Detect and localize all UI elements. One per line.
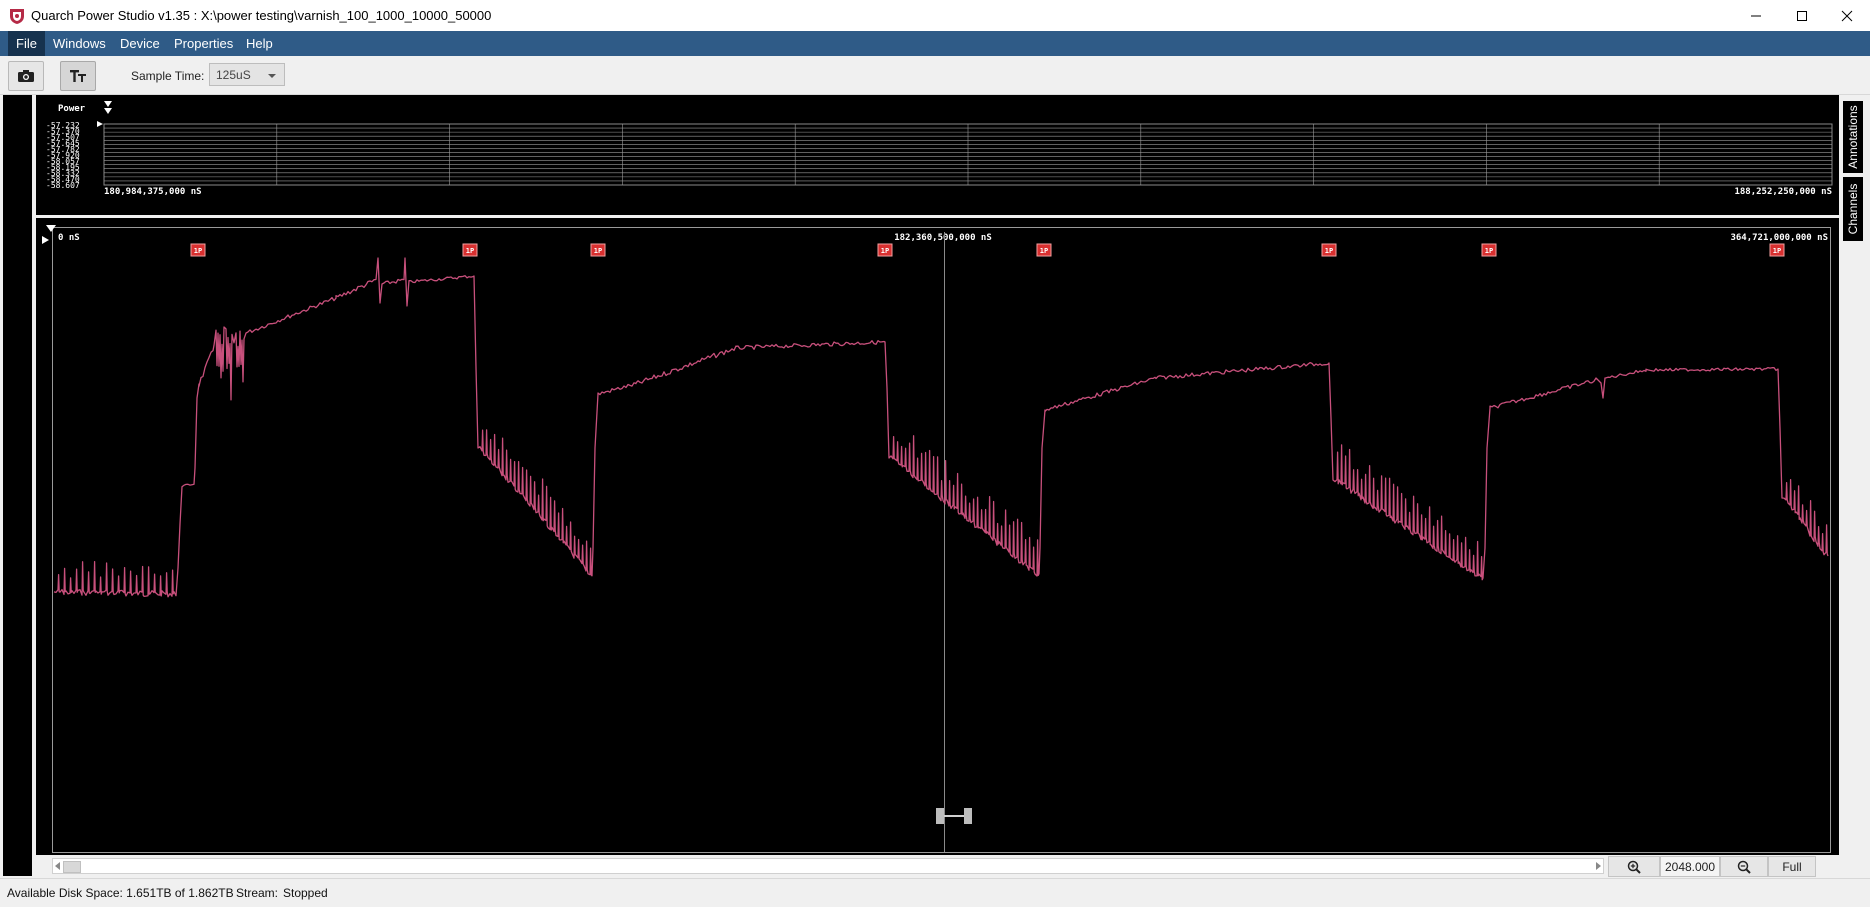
annotation-marker[interactable]: 1P (462, 243, 478, 257)
sample-time-value: 125uS (216, 68, 251, 82)
menu-help[interactable]: Help (238, 31, 281, 56)
zoom-handle-icon[interactable] (936, 808, 972, 824)
sample-time-label: Sample Time: (131, 69, 205, 83)
zoom-in-button[interactable] (1608, 856, 1660, 877)
stream-label: Stream: (236, 886, 279, 900)
menu-bar: File Windows Device Properties Help (0, 31, 1870, 56)
camera-icon (18, 70, 34, 82)
status-bar: Available Disk Space: 1.651TB of 1.862TB… (0, 878, 1870, 907)
maximize-icon (1797, 10, 1807, 21)
menu-windows[interactable]: Windows (45, 31, 114, 56)
overview-end-time: 188,252,250,000 nS (1734, 187, 1832, 197)
menu-device[interactable]: Device (112, 31, 168, 56)
toolbar: Sample Time: 125uS (0, 56, 1870, 95)
annotation-marker[interactable]: 1P (1769, 243, 1785, 257)
zoom-level-field[interactable]: 2048.000 (1660, 856, 1720, 877)
plot-start-time: 0 nS (58, 233, 80, 243)
scrollbar-thumb[interactable] (63, 861, 81, 873)
text-size-icon (70, 70, 86, 82)
close-button[interactable] (1824, 0, 1870, 31)
annotation-marker-label: 1P (194, 247, 202, 255)
screenshot-button[interactable] (8, 61, 44, 91)
plot-end-time: 364,721,000,000 nS (1730, 233, 1828, 243)
disk-space-text: Available Disk Space: 1.651TB of 1.862TB (7, 886, 234, 900)
annotation-marker[interactable]: 1P (590, 243, 606, 257)
scroll-right-icon[interactable] (1596, 862, 1601, 870)
plot-center-time: 182,360,500,000 nS (894, 233, 992, 243)
minimize-icon (1751, 15, 1761, 16)
tab-annotations[interactable]: Annotations (1843, 101, 1863, 173)
overview-y-ticks: -57.232-57.370-57.507-57.645-57.782-57.9… (46, 121, 80, 190)
zoom-out-icon (1737, 860, 1751, 874)
annotation-marker-label: 1P (466, 247, 474, 255)
overview-y-tick: -58.607 (46, 181, 80, 190)
text-size-button[interactable] (60, 61, 96, 91)
zoom-level-value: 2048.000 (1664, 859, 1716, 874)
close-icon (1841, 10, 1853, 21)
overview-start-time: 180,984,375,000 nS (104, 187, 202, 197)
zoom-out-button[interactable] (1720, 856, 1768, 877)
menu-properties[interactable]: Properties (166, 31, 241, 56)
annotation-marker[interactable]: 1P (1321, 243, 1337, 257)
start-level-marker-icon[interactable] (42, 236, 49, 244)
zoom-full-label: Full (1782, 859, 1802, 874)
zoom-full-button[interactable]: Full (1768, 856, 1816, 877)
main-plot[interactable]: 0 nS 182,360,500,000 nS 364,721,000,000 … (36, 218, 1839, 855)
plot-frame (52, 227, 1831, 853)
overview-svg: Power -57.232-57.370-57.507-57.645-57.78… (46, 101, 1833, 197)
title-bar: Quarch Power Studio v1.35 : X:\power tes… (0, 0, 1870, 31)
tab-annotations-label: Annotations (1846, 105, 1860, 169)
power-trace (53, 257, 1829, 598)
horizontal-scrollbar[interactable] (52, 858, 1604, 874)
annotation-marker-label: 1P (881, 247, 889, 255)
stream-status: Stopped (283, 886, 328, 900)
sample-time-dropdown[interactable]: 125uS (209, 63, 285, 86)
annotation-marker[interactable]: 1P (190, 243, 206, 257)
annotation-markers: 1P 1P 1P 1P 1P 1P 1P 1P (190, 243, 1785, 257)
minimize-button[interactable] (1733, 0, 1779, 31)
annotation-marker-label: 1P (1485, 247, 1493, 255)
annotation-marker[interactable]: 1P (877, 243, 893, 257)
annotation-marker[interactable]: 1P (1481, 243, 1497, 257)
overview-channel-label: Power (58, 104, 86, 114)
chevron-down-icon (268, 74, 276, 78)
annotation-marker-label: 1P (594, 247, 602, 255)
overview-level-marker-icon[interactable] (97, 121, 103, 127)
left-panel-canvas (3, 95, 32, 876)
annotation-marker-label: 1P (1040, 247, 1048, 255)
overview-cursor-icon[interactable] (104, 108, 112, 114)
annotation-marker-label: 1P (1773, 247, 1781, 255)
maximize-button[interactable] (1779, 0, 1825, 31)
overview-grid (103, 123, 1833, 186)
side-tab-bar: Annotations Channels (1843, 95, 1865, 876)
window-title: Quarch Power Studio v1.35 : X:\power tes… (31, 8, 492, 23)
overview-plot[interactable]: Power -57.232 -57.370 -57.507 -57.645 -57.78… (36, 95, 1839, 215)
start-cursor-icon[interactable] (46, 225, 56, 232)
quarch-logo-icon (10, 9, 24, 24)
zoom-in-icon (1627, 860, 1641, 874)
menu-file[interactable]: File (8, 31, 45, 56)
annotation-marker[interactable]: 1P (1036, 243, 1052, 257)
main-plot-svg: 0 nS 182,360,500,000 nS 364,721,000,000 … (42, 225, 1831, 853)
tab-channels-label: Channels (1846, 183, 1860, 235)
tab-channels[interactable]: Channels (1843, 177, 1863, 241)
overview-cursor-top-icon[interactable] (104, 101, 112, 107)
scroll-left-icon[interactable] (55, 862, 60, 870)
annotation-marker-label: 1P (1325, 247, 1333, 255)
